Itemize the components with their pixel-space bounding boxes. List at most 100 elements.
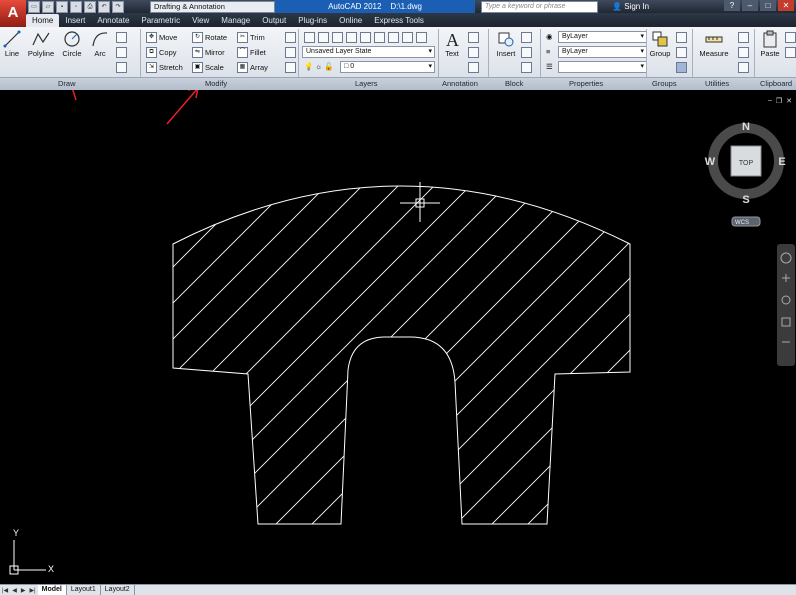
drawing-canvas[interactable]: Y X TOP N S E W WCS	[0, 14, 796, 584]
compass-south[interactable]: S	[742, 194, 749, 206]
create-block-icon[interactable]	[521, 32, 532, 43]
help-button[interactable]: ?	[724, 0, 740, 11]
table-icon[interactable]	[468, 62, 479, 73]
hatch-icon[interactable]	[116, 47, 127, 58]
layer-tool-icon[interactable]	[360, 32, 371, 43]
layer-tool-icon[interactable]	[346, 32, 357, 43]
compass-west[interactable]: W	[705, 156, 716, 168]
block-panel-title[interactable]: Block	[505, 78, 523, 90]
annotation-panel-title[interactable]: Annotation	[442, 78, 478, 90]
move-button[interactable]: ✥ Move	[146, 32, 177, 43]
edit-block-icon[interactable]	[521, 47, 532, 58]
clipboard-panel-title[interactable]: Clipboard	[760, 78, 792, 90]
modify-panel-title[interactable]: Modify	[205, 78, 227, 90]
layer-tool-icon[interactable]	[374, 32, 385, 43]
quick-select-icon[interactable]	[738, 32, 749, 43]
viewcube-face-top[interactable]: TOP	[739, 160, 754, 167]
fillet-button[interactable]: ⌒ Fillet	[237, 47, 266, 58]
mirror-button[interactable]: ⇋ Mirror	[192, 47, 225, 58]
application-menu-button[interactable]: A	[0, 0, 26, 28]
leader-icon[interactable]	[468, 47, 479, 58]
group-edit-icon[interactable]	[676, 47, 687, 58]
group-selection-icon[interactable]	[676, 62, 687, 73]
layers-panel-title[interactable]: Layers	[355, 78, 378, 90]
layer-tool-icon[interactable]	[416, 32, 427, 43]
insert-button[interactable]: Insert	[494, 30, 518, 58]
redo-icon[interactable]: ↷	[112, 1, 124, 13]
undo-icon[interactable]: ↶	[98, 1, 110, 13]
arc-button[interactable]: Arc	[88, 30, 112, 58]
erase-icon[interactable]	[285, 32, 296, 43]
text-button[interactable]: A Text	[441, 30, 463, 58]
layer-properties-icon[interactable]	[304, 32, 315, 43]
copy-clip-icon[interactable]	[785, 47, 796, 58]
tab-manage[interactable]: Manage	[215, 14, 256, 27]
tab-home[interactable]: Home	[26, 14, 60, 27]
prev-layout-icon[interactable]: ◀	[10, 587, 19, 594]
offset-icon[interactable]	[285, 62, 296, 73]
tab-plugins[interactable]: Plug-ins	[292, 14, 333, 27]
plot-icon[interactable]: ⎙	[84, 1, 96, 13]
open-icon[interactable]: ▱	[42, 1, 54, 13]
group-button[interactable]: Group	[648, 30, 672, 58]
close-icon[interactable]: ✕	[778, 0, 794, 11]
viewport-minimize-icon[interactable]: –	[768, 97, 772, 105]
dimension-icon[interactable]	[468, 32, 479, 43]
measure-button[interactable]: Measure	[697, 30, 731, 58]
compass-east[interactable]: E	[778, 156, 785, 168]
tab-view[interactable]: View	[186, 14, 215, 27]
region-icon[interactable]	[116, 62, 127, 73]
layer-tool-icon[interactable]	[402, 32, 413, 43]
groups-panel-title[interactable]: Groups	[652, 78, 677, 90]
navigation-bar[interactable]	[777, 244, 795, 366]
tab-online[interactable]: Online	[333, 14, 368, 27]
copy-button[interactable]: ⧉ Copy	[146, 47, 177, 58]
save-as-icon[interactable]: ▫	[70, 1, 82, 13]
new-icon[interactable]: ▭	[28, 1, 40, 13]
circle-button[interactable]: Circle	[60, 30, 84, 58]
explode-icon[interactable]	[285, 47, 296, 58]
minimize-icon[interactable]: –	[742, 0, 758, 11]
trim-button[interactable]: ✂ Trim	[237, 32, 265, 43]
utilities-panel-title[interactable]: Utilities	[705, 78, 729, 90]
tab-output[interactable]: Output	[256, 14, 292, 27]
wcs-label[interactable]: WCS	[735, 220, 749, 226]
line-button[interactable]: Line	[2, 30, 22, 58]
layer-tool-icon[interactable]	[318, 32, 329, 43]
sign-in-button[interactable]: 👤 Sign In	[612, 1, 649, 12]
layer-dropdown[interactable]: □ 0	[340, 61, 435, 73]
next-layout-icon[interactable]: ▶	[19, 587, 28, 594]
last-layout-icon[interactable]: ▶|	[27, 587, 37, 594]
stretch-button[interactable]: ⇲ Stretch	[146, 62, 183, 73]
tab-parametric[interactable]: Parametric	[135, 14, 186, 27]
tab-insert[interactable]: Insert	[59, 14, 91, 27]
first-layout-icon[interactable]: |◀	[0, 587, 10, 594]
linetype-dropdown[interactable]	[558, 61, 647, 73]
draw-panel-title[interactable]: Draw	[58, 78, 76, 90]
edit-attributes-icon[interactable]	[521, 62, 532, 73]
properties-panel-title[interactable]: Properties	[569, 78, 603, 90]
compass-north[interactable]: N	[742, 121, 750, 133]
layer-tool-icon[interactable]	[332, 32, 343, 43]
color-dropdown[interactable]: ByLayer	[558, 31, 647, 43]
workspace-dropdown[interactable]: Drafting & Annotation	[150, 1, 275, 13]
calculator-icon[interactable]	[738, 47, 749, 58]
lineweight-dropdown[interactable]: ByLayer	[558, 46, 647, 58]
layer-tool-icon[interactable]	[388, 32, 399, 43]
tab-annotate[interactable]: Annotate	[91, 14, 135, 27]
save-icon[interactable]: ▪	[56, 1, 68, 13]
rectangle-icon[interactable]	[116, 32, 127, 43]
tab-express-tools[interactable]: Express Tools	[368, 14, 430, 27]
rotate-button[interactable]: ↻ Rotate	[192, 32, 227, 43]
ungroup-icon[interactable]	[676, 32, 687, 43]
search-input[interactable]: Type a keyword or phrase	[481, 1, 598, 13]
viewport-close-icon[interactable]: ✕	[786, 97, 792, 105]
viewcube[interactable]: TOP N S E W WCS	[705, 121, 786, 227]
polyline-button[interactable]: Polyline	[26, 30, 56, 58]
id-point-icon[interactable]	[738, 62, 749, 73]
maximize-icon[interactable]: □	[760, 0, 776, 11]
cut-icon[interactable]	[785, 32, 796, 43]
paste-button[interactable]: Paste	[758, 30, 782, 58]
array-button[interactable]: ▦ Array	[237, 62, 268, 73]
layer-state-dropdown[interactable]: Unsaved Layer State	[302, 46, 435, 58]
